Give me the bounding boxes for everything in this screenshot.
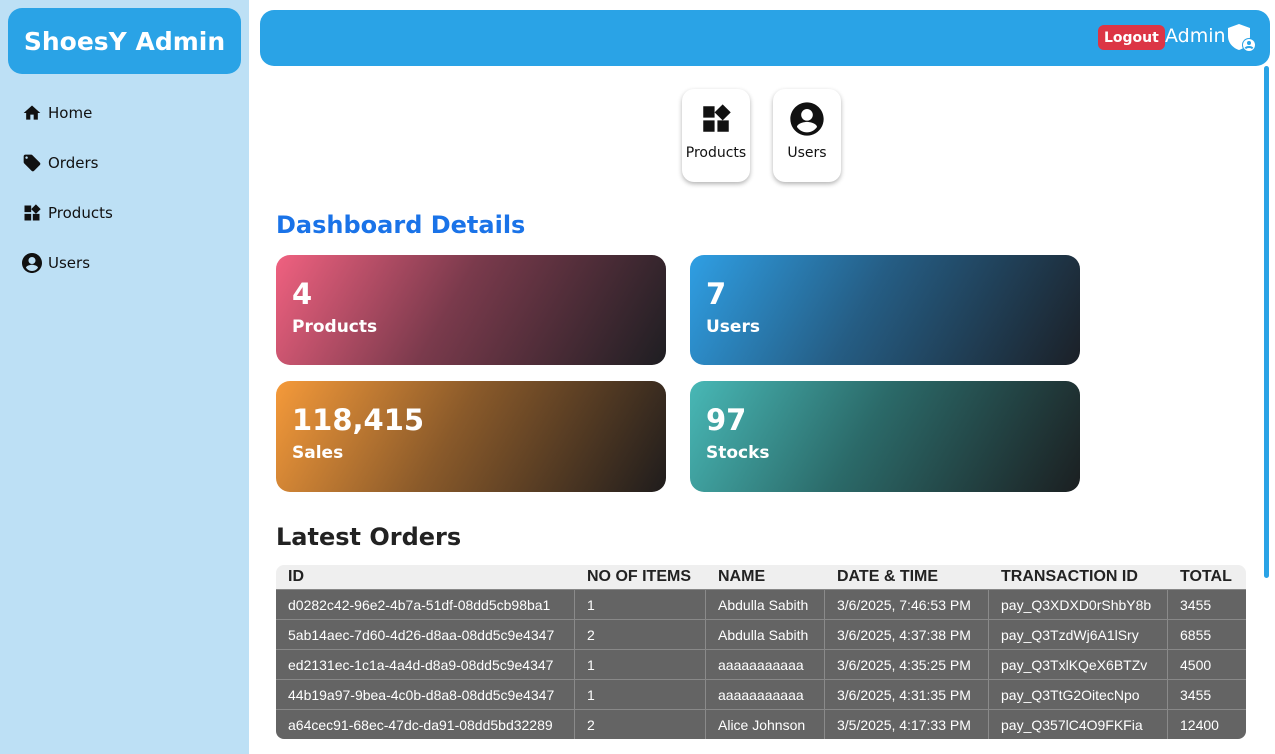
transaction-id-cell: pay_Q357lC4O9FKFia: [989, 710, 1168, 739]
stat-value: 4: [292, 277, 313, 311]
quick-link-products[interactable]: Products: [682, 89, 750, 182]
widgets-icon: [20, 201, 44, 225]
total-cell: 12400: [1180, 716, 1219, 733]
sidebar-item-label: Users: [48, 254, 91, 272]
transaction-id-cell: pay_Q3TzdWj6A1lSry: [989, 620, 1168, 649]
sidebar-item-orders[interactable]: Orders: [0, 138, 249, 188]
account-circle-icon: [20, 251, 44, 275]
stat-label: Users: [706, 317, 760, 337]
customer-name-cell: aaaaaaaaaaa: [706, 680, 825, 709]
order-id-cell: a64cec91-68ec-47dc-da91-08dd5bd32289: [276, 710, 575, 739]
admin-shield-icon[interactable]: [1225, 21, 1257, 53]
order-id-cell: 5ab14aec-7d60-4d26-d8aa-08dd5c9e4347: [276, 620, 575, 649]
column-header[interactable]: NO OF ITEMS: [575, 565, 706, 589]
date-time-cell: 3/6/2025, 4:35:25 PM: [825, 650, 989, 679]
date-time-cell: 3/6/2025, 4:37:38 PM: [825, 620, 989, 649]
sidebar-item-label: Orders: [48, 154, 99, 172]
table-row[interactable]: 44b19a97-9bea-4c0b-d8a8-08dd5c9e4347 1 a…: [276, 679, 1246, 709]
sidebar-nav: Home Orders Products Users: [0, 88, 249, 288]
table-row[interactable]: 5ab14aec-7d60-4d26-d8aa-08dd5c9e4347 2 A…: [276, 619, 1246, 649]
sidebar-item-products[interactable]: Products: [0, 188, 249, 238]
order-id-cell: d0282c42-96e2-4b7a-51df-08dd5cb98ba1: [276, 590, 575, 619]
transaction-id-cell: pay_Q3XDXD0rShbY8b: [989, 590, 1168, 619]
stat-card-users[interactable]: 7 Users: [690, 255, 1080, 365]
stat-value: 7: [706, 277, 727, 311]
account-circle-icon: [787, 99, 827, 139]
column-header[interactable]: TOTAL: [1168, 565, 1246, 589]
order-id-cell: ed2131ec-1c1a-4a4d-d8a9-08dd5c9e4347: [276, 650, 575, 679]
orders-title: Latest Orders: [276, 523, 462, 551]
transaction-id-cell: pay_Q3TtG2OitecNpo: [989, 680, 1168, 709]
admin-label: Admin: [1165, 25, 1226, 47]
total-cell: 3455: [1180, 596, 1212, 613]
logout-button[interactable]: Logout: [1098, 25, 1165, 50]
quick-link-users[interactable]: Users: [773, 89, 841, 182]
home-icon: [20, 101, 44, 125]
item-count-cell: 2: [575, 710, 706, 739]
total-cell: 6855: [1180, 626, 1212, 643]
stat-card-products[interactable]: 4 Products: [276, 255, 666, 365]
orders-table: ID NO OF ITEMS NAME DATE & TIME TRANSACT…: [276, 565, 1246, 739]
stat-value: 97: [706, 403, 747, 437]
customer-name-cell: Alice Johnson: [706, 710, 825, 739]
item-count-cell: 1: [575, 680, 706, 709]
quick-link-label: Products: [685, 145, 747, 161]
sidebar-item-label: Home: [48, 104, 93, 122]
top-header: Logout Admin: [260, 10, 1270, 66]
date-time-cell: 3/6/2025, 4:31:35 PM: [825, 680, 989, 709]
sidebar: ShoesY Admin Home Orders Products Users: [0, 0, 249, 754]
stat-card-sales[interactable]: 118,415 Sales: [276, 381, 666, 492]
sidebar-item-users[interactable]: Users: [0, 238, 249, 288]
app-root: ShoesY Admin Home Orders Products Users …: [0, 0, 1275, 754]
transaction-id-cell: pay_Q3TxlKQeX6BTZv: [989, 650, 1168, 679]
column-header[interactable]: NAME: [706, 565, 825, 589]
stat-label: Products: [292, 317, 378, 337]
date-time-cell: 3/5/2025, 4:17:33 PM: [825, 710, 989, 739]
column-header[interactable]: TRANSACTION ID: [989, 565, 1168, 589]
stat-value: 118,415: [292, 403, 425, 437]
stat-label: Sales: [292, 443, 344, 463]
brand-title[interactable]: ShoesY Admin: [8, 8, 241, 74]
table-body: d0282c42-96e2-4b7a-51df-08dd5cb98ba1 1 A…: [276, 589, 1246, 739]
column-header[interactable]: ID: [276, 565, 575, 589]
customer-name-cell: Abdulla Sabith: [706, 590, 825, 619]
table-row[interactable]: ed2131ec-1c1a-4a4d-d8a9-08dd5c9e4347 1 a…: [276, 649, 1246, 679]
dashboard-title: Dashboard Details: [276, 211, 526, 239]
sidebar-item-label: Products: [48, 204, 113, 222]
total-cell: 4500: [1180, 656, 1212, 673]
total-cell: 3455: [1180, 686, 1212, 703]
stat-label: Stocks: [706, 443, 770, 463]
item-count-cell: 1: [575, 590, 706, 619]
table-row[interactable]: d0282c42-96e2-4b7a-51df-08dd5cb98ba1 1 A…: [276, 589, 1246, 619]
table-header: ID NO OF ITEMS NAME DATE & TIME TRANSACT…: [276, 565, 1246, 589]
order-id-cell: 44b19a97-9bea-4c0b-d8a8-08dd5c9e4347: [276, 680, 575, 709]
customer-name-cell: Abdulla Sabith: [706, 620, 825, 649]
quick-link-label: Users: [787, 145, 827, 161]
sidebar-item-home[interactable]: Home: [0, 88, 249, 138]
tag-icon: [20, 151, 44, 175]
stat-card-stocks[interactable]: 97 Stocks: [690, 381, 1080, 492]
item-count-cell: 1: [575, 650, 706, 679]
column-header[interactable]: DATE & TIME: [825, 565, 989, 589]
table-row[interactable]: a64cec91-68ec-47dc-da91-08dd5bd32289 2 A…: [276, 709, 1246, 739]
item-count-cell: 2: [575, 620, 706, 649]
widgets-icon: [696, 99, 736, 139]
customer-name-cell: aaaaaaaaaaa: [706, 650, 825, 679]
date-time-cell: 3/6/2025, 7:46:53 PM: [825, 590, 989, 619]
vertical-scrollbar[interactable]: [1264, 66, 1269, 578]
